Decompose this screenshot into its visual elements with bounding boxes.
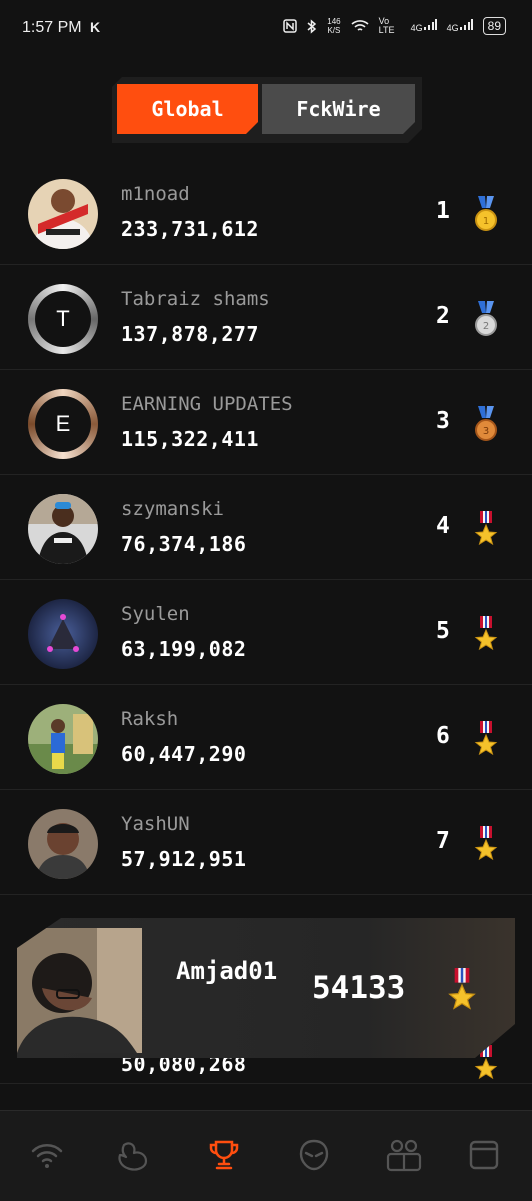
star-medal-icon [474,721,498,756]
nav-alien[interactable] [292,1133,336,1177]
avatar-letter: E [35,396,91,452]
app-indicator-icon: K [90,19,101,35]
star-medal-icon [474,511,498,546]
user-score: 137,878,277 [121,322,259,346]
user-rank: 7 [436,828,450,854]
leaderboard-tabs: Global FckWire [112,77,422,143]
avatar: E [28,389,98,459]
nav-wifi[interactable] [25,1133,69,1177]
avatar: T [28,284,98,354]
wifi-status-icon [351,20,369,31]
leaderboard-row[interactable]: Raksh 60,447,290 6 [0,685,532,790]
status-bar: 1:57 PM K 146 K/S Vo LTE 4G 4G 89 [0,0,532,58]
user-rank: 5 [436,618,450,644]
my-score: 54133 [312,970,406,1006]
network-4g-2: 4G [447,18,473,34]
window-icon [469,1140,499,1170]
user-name: Tabraiz shams [121,288,270,310]
battery-indicator: 89 [482,17,506,35]
user-score: 76,374,186 [121,532,247,556]
tab-global[interactable]: Global [117,84,258,134]
user-rank: 2 [436,303,450,329]
user-score: 57,912,951 [121,847,247,871]
network-speed: 146 K/S [327,17,341,35]
user-name: Syulen [121,603,190,625]
bottom-nav [0,1110,532,1201]
wifi-icon [31,1144,63,1168]
volte-label: Vo LTE [378,16,395,35]
leaderboard-row[interactable]: T Tabraiz shams 137,878,277 2 2 [0,265,532,370]
network-4g-1: 4G [411,18,437,34]
nav-bird[interactable] [112,1133,156,1177]
silver-medal-icon: 2 [475,301,497,336]
user-name: m1noad [121,183,190,205]
svg-text:3: 3 [483,426,489,437]
avatar [28,599,98,669]
avatar [28,704,98,774]
star-medal-icon [447,968,477,1012]
svg-text:1: 1 [483,216,489,227]
nfc-icon [283,19,297,33]
friends-icon [386,1139,422,1172]
leaderboard-row[interactable]: E EARNING UPDATES 115,322,411 3 3 [0,370,532,475]
user-name: YashUN [121,813,190,835]
user-score: 233,731,612 [121,217,259,241]
user-name: szymanski [121,498,224,520]
avatar [28,494,98,564]
nav-trophy[interactable] [202,1133,246,1177]
user-score: 63,199,082 [121,637,247,661]
my-avatar [17,928,142,1053]
gold-medal-icon: 1 [475,196,497,231]
alien-icon [299,1139,329,1171]
my-name: Amjad01 [176,957,278,985]
svg-text:2: 2 [483,321,489,332]
avatar [28,809,98,879]
my-rank-card[interactable]: Amjad01 54133 [17,918,515,1058]
star-medal-icon [474,826,498,861]
user-name: EARNING UPDATES [121,393,293,415]
bird-icon [118,1142,148,1171]
user-name: Raksh [121,708,179,730]
nav-window[interactable] [462,1133,506,1177]
tab-fckwire[interactable]: FckWire [262,84,415,134]
star-medal-icon [474,616,498,651]
user-rank: 1 [436,198,450,224]
bluetooth-icon [307,18,317,34]
user-rank: 4 [436,513,450,539]
user-score: 115,322,411 [121,427,259,451]
trophy-icon [209,1140,239,1170]
user-rank: 3 [436,408,450,434]
bronze-medal-icon: 3 [475,406,497,441]
user-rank: 6 [436,723,450,749]
avatar [28,179,98,249]
leaderboard-row[interactable]: szymanski 76,374,186 4 [0,475,532,580]
nav-friends[interactable] [382,1133,426,1177]
leaderboard-row[interactable]: m1noad 233,731,612 1 1 [0,160,532,265]
leaderboard-row[interactable]: YashUN 57,912,951 7 [0,790,532,895]
user-score: 60,447,290 [121,742,247,766]
avatar-letter: T [35,291,91,347]
leaderboard-row[interactable]: Syulen 63,199,082 5 [0,580,532,685]
status-time: 1:57 PM [22,19,82,36]
